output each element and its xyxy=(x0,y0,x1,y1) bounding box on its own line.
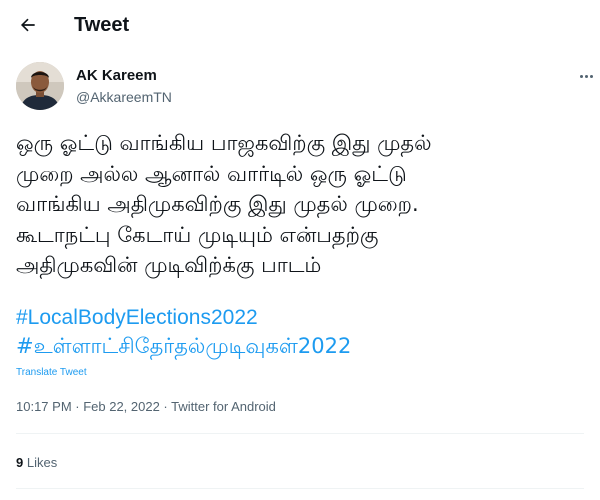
author-name[interactable]: AK Kareem xyxy=(76,67,157,85)
tweet-timestamp[interactable]: 10:17 PM · Feb 22, 2022 · Twitter for An… xyxy=(16,399,276,415)
hashtag-link[interactable]: #LocalBodyElections2022 xyxy=(16,305,258,331)
more-options-button[interactable] xyxy=(576,68,596,84)
author-handle[interactable]: @AkkareemTN xyxy=(76,89,172,106)
likes-label: Likes xyxy=(26,455,58,470)
hashtag-link[interactable]: #உள்ளாட்சிதேர்தல்முடிவுகள்2022 xyxy=(16,333,351,359)
back-button[interactable] xyxy=(16,13,40,37)
divider xyxy=(16,488,584,489)
translate-tweet-link[interactable]: Translate Tweet xyxy=(16,366,87,379)
header: Tweet xyxy=(0,0,600,50)
avatar-image xyxy=(16,62,64,110)
arrow-left-icon xyxy=(20,18,35,32)
more-horizontal-icon xyxy=(579,74,583,78)
divider xyxy=(16,433,584,434)
tweet-text: ஒரு ஓட்டு வாங்கிய பாஜகவிற்கு இது முதல் ம… xyxy=(16,131,432,278)
page-title: Tweet xyxy=(74,14,130,36)
likes-stat[interactable]: 9 Likes xyxy=(16,455,57,471)
likes-count: 9 xyxy=(16,455,24,470)
avatar[interactable] xyxy=(16,62,64,110)
